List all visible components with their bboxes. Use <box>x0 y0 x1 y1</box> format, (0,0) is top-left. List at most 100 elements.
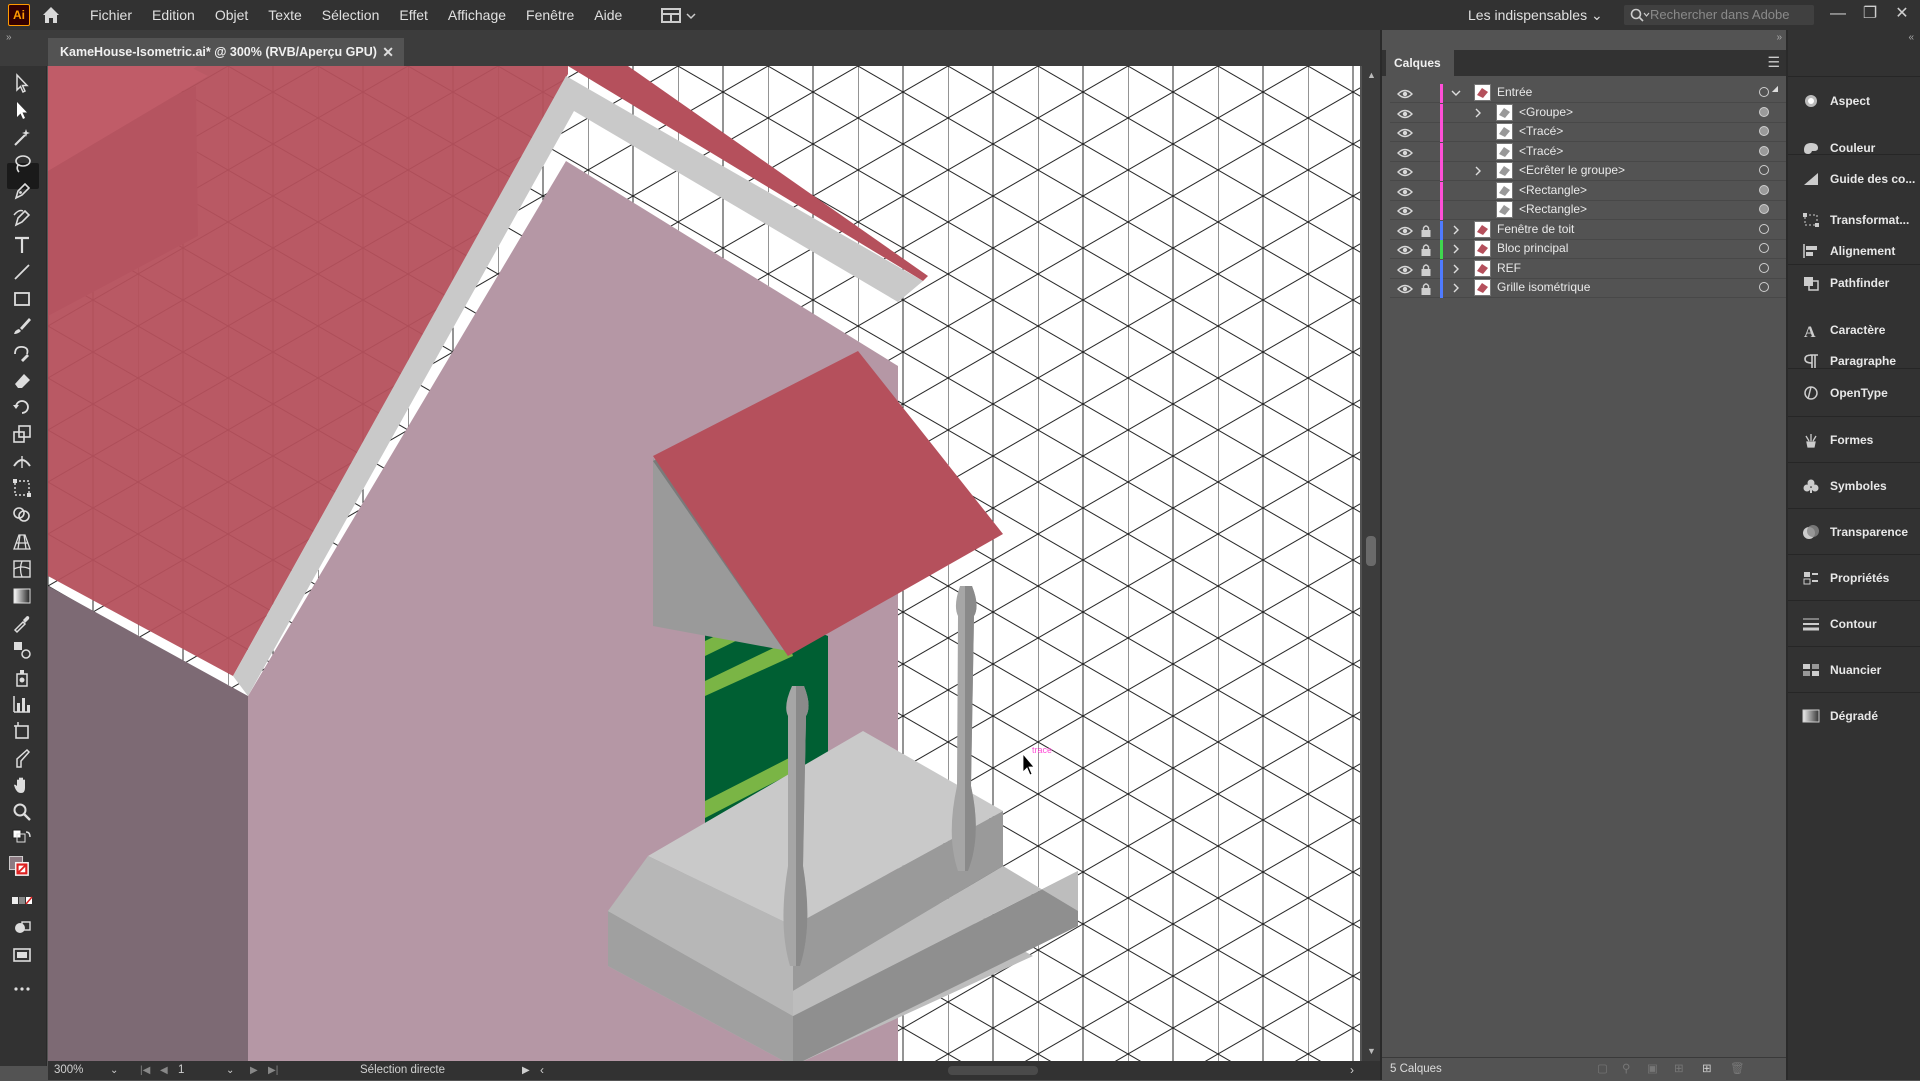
chevron-right-icon[interactable] <box>1450 281 1462 295</box>
symbol-sprayer-tool-icon[interactable] <box>11 666 35 690</box>
dock-item-gradient[interactable]: Dégradé <box>1788 701 1920 731</box>
layer-row[interactable]: <Tracé> <box>1390 142 1786 162</box>
target-circle-icon[interactable] <box>1759 282 1769 292</box>
shaper-tool-icon[interactable] <box>11 342 35 366</box>
scale-tool-icon[interactable] <box>11 423 35 447</box>
arrange-documents-icon[interactable] <box>660 6 698 24</box>
dock-item-appearance[interactable]: Aspect <box>1788 86 1920 116</box>
target-circle-icon[interactable] <box>1759 184 1769 195</box>
close-window-icon[interactable]: ✕ <box>1888 0 1916 30</box>
target-circle-icon[interactable] <box>1759 145 1769 156</box>
close-icon[interactable]: ✕ <box>382 38 394 66</box>
eraser-tool-icon[interactable] <box>11 369 35 393</box>
chevron-right-icon[interactable] <box>1472 164 1484 178</box>
vertical-scrollbar[interactable]: ▲ ▼ <box>1362 66 1380 1061</box>
menu-item-4[interactable]: Sélection <box>312 0 390 30</box>
dock-item-color-guide[interactable]: Guide des co... <box>1788 164 1920 194</box>
chevron-down-icon[interactable]: ⌄ <box>226 1061 234 1080</box>
swap-colors-icon[interactable] <box>11 828 35 852</box>
scroll-right-icon[interactable]: › <box>1350 1061 1354 1080</box>
visibility-eye-icon[interactable] <box>1397 243 1413 257</box>
lasso-tool-icon[interactable] <box>11 153 35 177</box>
menu-item-1[interactable]: Edition <box>142 0 205 30</box>
stock-search-input[interactable]: Rechercher dans Adobe Stoc <box>1624 5 1814 42</box>
target-circle-icon[interactable] <box>1759 204 1769 214</box>
last-artboard-icon[interactable]: ▶| <box>268 1061 278 1080</box>
target-circle-icon[interactable] <box>1759 106 1769 117</box>
curvature-tool-icon[interactable] <box>11 207 35 231</box>
target-circle-icon[interactable] <box>1759 223 1769 234</box>
artboard-number[interactable]: 1 <box>178 1061 184 1080</box>
first-artboard-icon[interactable]: |◀ <box>140 1061 150 1080</box>
chevron-right-icon[interactable] <box>1450 262 1462 276</box>
dock-item-brushes[interactable]: Formes <box>1788 425 1920 455</box>
layer-row[interactable]: Fenêtre de toit <box>1390 220 1786 240</box>
target-circle-icon[interactable] <box>1759 243 1769 253</box>
rotate-tool-icon[interactable] <box>11 396 35 420</box>
menu-item-0[interactable]: Fichier <box>80 0 142 30</box>
column-graph-tool-icon[interactable] <box>11 693 35 717</box>
visibility-eye-icon[interactable] <box>1397 146 1413 160</box>
mesh-tool-icon[interactable] <box>11 558 35 582</box>
isometric-illustration[interactable]: trace <box>48 66 1360 1061</box>
paintbrush-tool-icon[interactable] <box>11 315 35 339</box>
lock-icon[interactable] <box>1420 282 1432 296</box>
artboard-canvas[interactable]: trace <box>48 66 1360 1061</box>
visibility-eye-icon[interactable] <box>1397 185 1413 199</box>
slice-tool-icon[interactable] <box>11 747 35 771</box>
zoom-tool-icon[interactable] <box>11 801 35 825</box>
zoom-level[interactable]: 300% <box>54 1061 83 1080</box>
previous-artboard-icon[interactable]: ◀ <box>160 1061 168 1080</box>
hand-tool-icon[interactable] <box>11 774 35 798</box>
artboard-tool-icon[interactable] <box>11 720 35 744</box>
perspective-grid-tool-icon[interactable] <box>11 531 35 555</box>
next-artboard-icon[interactable]: ▶ <box>250 1061 258 1080</box>
color-mode-icon[interactable] <box>11 890 35 914</box>
collect-export-icon[interactable]: ▢ <box>1597 1058 1608 1080</box>
screen-mode-icon[interactable] <box>11 944 35 968</box>
chevron-right-icon[interactable] <box>1450 242 1462 256</box>
scroll-down-icon[interactable]: ▼ <box>1367 1046 1376 1056</box>
collapse-toolbar-icon[interactable]: » <box>6 32 12 43</box>
layer-row[interactable]: Bloc principal <box>1390 239 1786 259</box>
tab-layers[interactable]: Calques <box>1386 50 1454 76</box>
type-tool-icon[interactable] <box>11 234 35 258</box>
document-tab[interactable]: KameHouse-Isometric.ai* @ 300% (RVB/Aper… <box>48 38 404 66</box>
target-circle-icon[interactable] <box>1759 126 1769 136</box>
eyedropper-tool-icon[interactable] <box>11 612 35 636</box>
collapse-panel-icon[interactable]: » <box>1776 32 1782 43</box>
layer-row[interactable]: REF <box>1390 259 1786 279</box>
dock-item-properties[interactable]: Propriétés <box>1788 563 1920 593</box>
layer-row[interactable]: <Rectangle> <box>1390 181 1786 201</box>
visibility-eye-icon[interactable] <box>1397 224 1413 238</box>
blend-tool-icon[interactable] <box>11 639 35 663</box>
horizontal-scroll-thumb[interactable] <box>948 1066 1038 1075</box>
dock-item-symbols[interactable]: Symboles <box>1788 471 1920 501</box>
menu-item-6[interactable]: Affichage <box>438 0 516 30</box>
gradient-tool-icon[interactable] <box>11 585 35 609</box>
dock-item-paragraph[interactable]: Paragraphe <box>1788 346 1920 376</box>
direct-selection-tool-icon[interactable] <box>11 99 35 123</box>
dock-item-color[interactable]: Couleur <box>1788 133 1920 163</box>
menu-item-2[interactable]: Objet <box>205 0 258 30</box>
selection-tool-icon[interactable] <box>11 72 35 96</box>
workspace-switcher[interactable]: Les indispensables ⌄ <box>1468 0 1603 30</box>
shape-builder-tool-icon[interactable] <box>11 504 35 528</box>
lock-icon[interactable] <box>1420 263 1432 277</box>
visibility-eye-icon[interactable] <box>1397 107 1413 121</box>
visibility-eye-icon[interactable] <box>1397 87 1413 101</box>
locate-object-icon[interactable]: ⚲ <box>1622 1058 1630 1080</box>
magic-wand-tool-icon[interactable] <box>11 126 35 150</box>
target-circle-icon[interactable] <box>1759 87 1769 97</box>
more-tools-icon[interactable] <box>11 978 35 1002</box>
visibility-eye-icon[interactable] <box>1397 165 1413 179</box>
dock-item-transform[interactable]: Transformat... <box>1788 205 1920 235</box>
visibility-eye-icon[interactable] <box>1397 204 1413 218</box>
layer-row[interactable]: <Ecrêter le groupe> <box>1390 161 1786 181</box>
delete-layer-icon[interactable]: 🗑 <box>1730 1058 1745 1080</box>
panel-menu-icon[interactable]: ☰ <box>1767 54 1780 71</box>
layer-row[interactable]: <Tracé> <box>1390 122 1786 142</box>
new-layer-icon[interactable]: ⊞ <box>1702 1058 1712 1080</box>
dock-item-character[interactable]: A Caractère <box>1788 315 1920 345</box>
visibility-eye-icon[interactable] <box>1397 263 1413 277</box>
